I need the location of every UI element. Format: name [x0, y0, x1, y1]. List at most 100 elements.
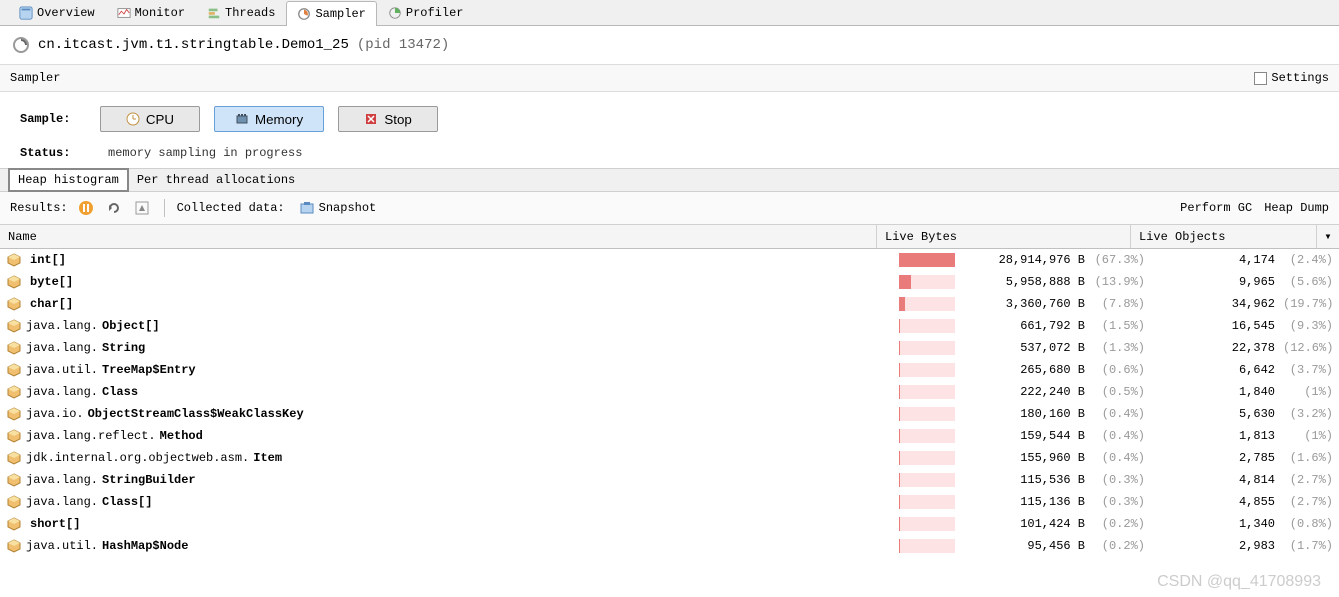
- bytes-bar: [899, 429, 955, 443]
- table-row[interactable]: short[]101,424 B(0.2%)1,340(0.8%): [0, 513, 1339, 535]
- section-name: Sampler: [10, 71, 60, 85]
- bytes-bar: [899, 275, 955, 289]
- class-icon: [6, 318, 22, 334]
- tab-profiler[interactable]: Profiler: [377, 0, 475, 25]
- bytes-bar: [899, 253, 955, 267]
- tab-label: Threads: [225, 6, 275, 20]
- col-name-header[interactable]: Name: [0, 225, 877, 248]
- tab-label: Overview: [37, 6, 95, 20]
- monitor-icon: [117, 6, 131, 20]
- table-row[interactable]: java.lang.reflect. Method159,544 B(0.4%)…: [0, 425, 1339, 447]
- col-bytes-header[interactable]: Live Bytes: [877, 225, 1131, 248]
- sample-label: Sample:: [20, 112, 100, 126]
- tab-overview[interactable]: Overview: [8, 0, 106, 25]
- bytes-pct: (0.5%): [1093, 385, 1153, 399]
- col-objects-header[interactable]: Live Objects: [1131, 225, 1317, 248]
- collected-label: Collected data:: [177, 201, 285, 215]
- class-name: int[]: [30, 253, 66, 267]
- bytes-value: 180,160 B: [955, 407, 1093, 421]
- bytes-pct: (0.4%): [1093, 407, 1153, 421]
- threads-icon: [207, 6, 221, 20]
- table-row[interactable]: char[]3,360,760 B(7.8%)34,962(19.7%): [0, 293, 1339, 315]
- bytes-value: 265,680 B: [955, 363, 1093, 377]
- bytes-value: 115,136 B: [955, 495, 1093, 509]
- table-row[interactable]: java.lang. String537,072 B(1.3%)22,378(1…: [0, 337, 1339, 359]
- objects-value: 4,174: [1153, 253, 1283, 267]
- class-package: java.lang.: [26, 341, 98, 355]
- controls-area: Sample: CPU Memory Stop Status: memory s…: [0, 92, 1339, 168]
- bytes-value: 95,456 B: [955, 539, 1093, 553]
- bytes-pct: (13.9%): [1093, 275, 1153, 289]
- table-row[interactable]: java.lang. Class222,240 B(0.5%)1,840(1%): [0, 381, 1339, 403]
- bytes-bar: [899, 319, 955, 333]
- bytes-bar: [899, 363, 955, 377]
- class-name: Class[]: [102, 495, 152, 509]
- class-icon: [6, 274, 22, 290]
- bytes-pct: (1.3%): [1093, 341, 1153, 355]
- class-name: StringBuilder: [102, 473, 196, 487]
- perform-gc-button[interactable]: Perform GC: [1180, 201, 1252, 215]
- bytes-pct: (67.3%): [1093, 253, 1153, 267]
- table-row[interactable]: java.lang. Object[]661,792 B(1.5%)16,545…: [0, 315, 1339, 337]
- bytes-value: 5,958,888 B: [955, 275, 1093, 289]
- objects-value: 5,630: [1153, 407, 1283, 421]
- class-icon: [6, 472, 22, 488]
- class-icon: [6, 252, 22, 268]
- sub-tab-per-thread[interactable]: Per thread allocations: [129, 170, 303, 190]
- app-icon: [12, 36, 30, 54]
- refresh-button[interactable]: [104, 198, 124, 218]
- objects-value: 6,642: [1153, 363, 1283, 377]
- table-row[interactable]: java.util. TreeMap$Entry265,680 B(0.6%)6…: [0, 359, 1339, 381]
- bytes-pct: (7.8%): [1093, 297, 1153, 311]
- table-body[interactable]: int[]28,914,976 B(67.3%)4,174(2.4%)byte[…: [0, 249, 1339, 569]
- class-icon: [6, 450, 22, 466]
- objects-value: 1,840: [1153, 385, 1283, 399]
- heap-dump-button[interactable]: Heap Dump: [1264, 201, 1329, 215]
- objects-pct: (1%): [1283, 385, 1339, 399]
- table-row[interactable]: jdk.internal.org.objectweb.asm. Item155,…: [0, 447, 1339, 469]
- stop-icon: [364, 112, 378, 126]
- bytes-pct: (0.6%): [1093, 363, 1153, 377]
- title-bar: cn.itcast.jvm.t1.stringtable.Demo1_25 (p…: [0, 26, 1339, 65]
- pause-button[interactable]: [76, 198, 96, 218]
- table-row[interactable]: byte[]5,958,888 B(13.9%)9,965(5.6%): [0, 271, 1339, 293]
- class-package: jdk.internal.org.objectweb.asm.: [26, 451, 249, 465]
- memory-button[interactable]: Memory: [214, 106, 324, 132]
- objects-value: 2,785: [1153, 451, 1283, 465]
- profiler-icon: [388, 6, 402, 20]
- stop-button[interactable]: Stop: [338, 106, 438, 132]
- table-row[interactable]: java.lang. StringBuilder115,536 B(0.3%)4…: [0, 469, 1339, 491]
- settings-label: Settings: [1271, 71, 1329, 85]
- snapshot-icon: [299, 200, 315, 216]
- memory-icon: [235, 112, 249, 126]
- table-row[interactable]: java.util. HashMap$Node95,456 B(0.2%)2,9…: [0, 535, 1339, 557]
- class-icon: [6, 494, 22, 510]
- cpu-button[interactable]: CPU: [100, 106, 200, 132]
- class-name: Object[]: [102, 319, 160, 333]
- objects-pct: (3.2%): [1283, 407, 1339, 421]
- sub-tab-histogram[interactable]: Heap histogram: [8, 168, 129, 192]
- objects-pct: (2.4%): [1283, 253, 1339, 267]
- bytes-pct: (0.2%): [1093, 517, 1153, 531]
- tab-monitor[interactable]: Monitor: [106, 0, 196, 25]
- snapshot-button[interactable]: Snapshot: [293, 198, 383, 218]
- bytes-bar: [899, 539, 955, 553]
- col-menu-button[interactable]: ▾: [1317, 225, 1339, 248]
- settings-toggle[interactable]: Settings: [1254, 71, 1329, 85]
- results-toolbar: Results: Collected data: Snapshot Perfor…: [0, 192, 1339, 225]
- table-row[interactable]: java.io. ObjectStreamClass$WeakClassKey1…: [0, 403, 1339, 425]
- tab-threads[interactable]: Threads: [196, 0, 286, 25]
- class-name: HashMap$Node: [102, 539, 188, 553]
- checkbox-icon: [1254, 72, 1267, 85]
- objects-value: 1,813: [1153, 429, 1283, 443]
- title-pid: (pid 13472): [357, 37, 449, 53]
- class-package: java.lang.: [26, 473, 98, 487]
- class-icon: [6, 516, 22, 532]
- class-icon: [6, 406, 22, 422]
- class-package: java.util.: [26, 363, 98, 377]
- table-row[interactable]: int[]28,914,976 B(67.3%)4,174(2.4%): [0, 249, 1339, 271]
- table-row[interactable]: java.lang. Class[]115,136 B(0.3%)4,855(2…: [0, 491, 1339, 513]
- tab-sampler[interactable]: Sampler: [286, 1, 376, 26]
- deltas-button[interactable]: [132, 198, 152, 218]
- class-name: Item: [253, 451, 282, 465]
